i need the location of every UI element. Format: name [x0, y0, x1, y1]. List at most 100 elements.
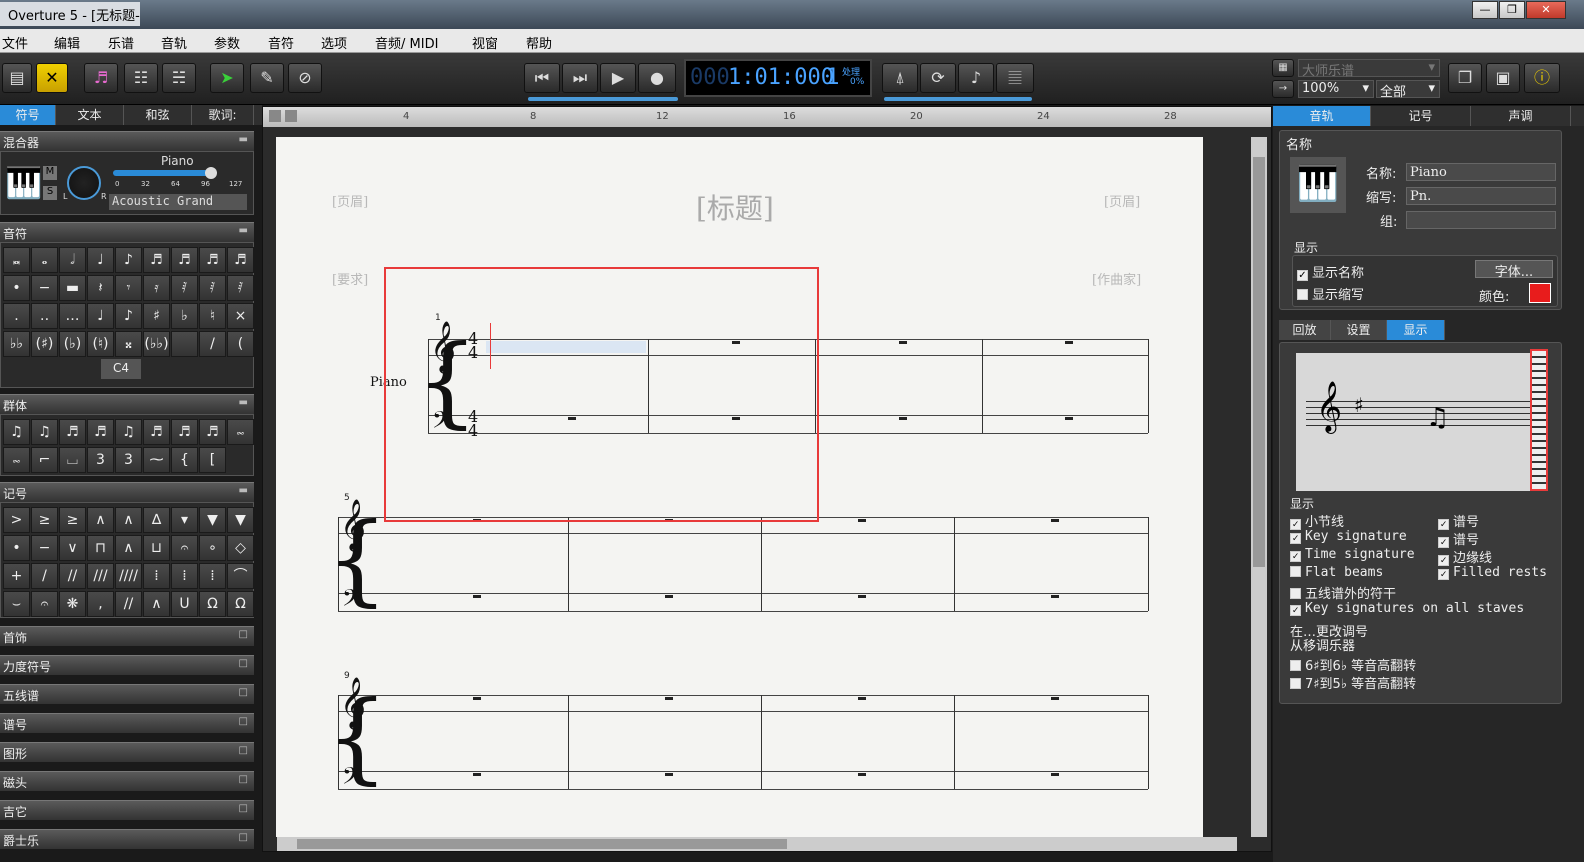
palette-symbol-icon[interactable]: ⁞ — [171, 563, 198, 589]
time-sig-checkbox[interactable]: ✓ Time signature — [1290, 547, 1415, 562]
layout-icon[interactable]: ▦ — [1272, 59, 1294, 77]
name-field[interactable]: Piano — [1406, 163, 1556, 181]
clipboard-icon[interactable]: ▣ — [1486, 63, 1520, 93]
enharmonic-6-checkbox[interactable]: 6♯到6♭ 等音高翻转 — [1290, 655, 1416, 674]
arrow-icon[interactable]: → — [1272, 80, 1294, 98]
tools-icon[interactable]: ✕ — [36, 63, 68, 93]
panel-guitar[interactable]: 吉它 □ — [0, 800, 254, 820]
restore-button[interactable]: ❐ — [1499, 1, 1525, 19]
palette-symbol-icon[interactable]: /// — [87, 563, 114, 589]
zoom-in-icon[interactable] — [285, 110, 297, 122]
palette-symbol-icon[interactable] — [171, 331, 198, 357]
pointer-icon[interactable]: ➤ — [210, 63, 244, 93]
palette-symbol-icon[interactable]: 𝅀 — [227, 275, 254, 301]
palette-symbol-icon[interactable]: { — [171, 447, 198, 473]
palette-symbol-icon[interactable]: 𝆗 — [3, 447, 30, 473]
minimize-button[interactable]: — — [1472, 1, 1498, 19]
menu-score[interactable]: 乐谱 — [108, 33, 134, 52]
palette-symbol-icon[interactable]: − — [31, 535, 58, 561]
score-view-icon[interactable]: ▤ — [2, 63, 32, 93]
rewind-icon[interactable]: ⏮ — [524, 63, 560, 93]
palette-symbol-icon[interactable]: / — [31, 563, 58, 589]
request-field[interactable]: [要求] — [332, 269, 368, 288]
palette-symbol-icon[interactable]: ⊓ — [87, 535, 114, 561]
expand-icon[interactable]: □ — [239, 774, 248, 785]
palette-symbol-icon[interactable]: ‥ — [31, 303, 58, 329]
step-entry-icon[interactable]: ♪ — [958, 63, 994, 93]
palette-symbol-icon[interactable]: 𝄪 — [115, 331, 142, 357]
volume-fader[interactable] — [113, 170, 213, 176]
palette-symbol-icon[interactable]: 𝆗 — [227, 419, 254, 445]
menu-help[interactable]: 帮助 — [526, 33, 552, 52]
show-abbr-checkbox[interactable]: 显示缩写 — [1297, 284, 1364, 303]
play-icon[interactable]: ▶ — [600, 63, 636, 93]
palette-symbol-icon[interactable]: ♩ — [87, 303, 114, 329]
palette-symbol-icon[interactable]: (♭) — [59, 331, 86, 357]
palette-symbol-icon[interactable]: 𝅀 — [199, 275, 226, 301]
color-swatch[interactable] — [1529, 283, 1551, 303]
palette-symbol-icon[interactable]: ∨ — [59, 535, 86, 561]
palette-symbol-icon[interactable]: (♭♭) — [143, 331, 170, 357]
palette-symbol-icon[interactable]: ∧ — [115, 507, 142, 533]
palette-symbol-icon[interactable]: ♩ — [87, 247, 114, 273]
palette-symbol-icon[interactable]: 𝄐 — [31, 591, 58, 617]
palette-symbol-icon[interactable]: (♯) — [31, 331, 58, 357]
palette-symbol-icon[interactable]: − — [31, 275, 58, 301]
scroll-thumb[interactable] — [1253, 157, 1265, 567]
palette-symbol-icon[interactable]: 𝅝 — [31, 247, 58, 273]
collapse-icon[interactable]: ▬ — [239, 485, 248, 496]
palette-symbol-icon[interactable]: ❋ — [59, 591, 86, 617]
clef-checkbox[interactable]: ✓ 谱号 — [1438, 511, 1479, 530]
instrument-select[interactable]: Acoustic Grand — [109, 194, 247, 210]
expand-icon[interactable]: □ — [239, 832, 248, 843]
panel-graphics[interactable]: 图形 □ — [0, 742, 254, 762]
pen-icon[interactable]: ✎ — [250, 63, 284, 93]
palette-symbol-icon[interactable]: 3 — [87, 447, 114, 473]
marks-header[interactable]: 记号 ▬ — [0, 482, 254, 502]
palette-symbol-icon[interactable]: ♬ — [59, 419, 86, 445]
expand-icon[interactable]: □ — [239, 658, 248, 669]
panel-noteheads[interactable]: 磁头 □ — [0, 771, 254, 791]
palette-symbol-icon[interactable]: , — [87, 591, 114, 617]
start-icon[interactable]: ⏭ — [562, 63, 598, 93]
panel-clefs[interactable]: 谱号 □ — [0, 713, 254, 733]
palette-symbol-icon[interactable]: 𝄾 — [115, 275, 142, 301]
horizontal-scrollbar[interactable] — [277, 837, 1237, 851]
palette-symbol-icon[interactable]: ♪ — [115, 247, 142, 273]
menu-edit[interactable]: 编辑 — [54, 33, 80, 52]
palette-symbol-icon[interactable]: ♫ — [31, 419, 58, 445]
tab-symbols[interactable]: 符号 — [0, 105, 56, 125]
palette-symbol-icon[interactable]: ▼ — [227, 507, 254, 533]
palette-symbol-icon[interactable]: ♫ — [115, 419, 142, 445]
panel-staff[interactable]: 五线谱 □ — [0, 684, 254, 704]
palette-symbol-icon[interactable]: ⌐ — [31, 447, 58, 473]
flat-beams-checkbox[interactable]: Flat beams — [1290, 565, 1383, 580]
info-icon[interactable]: ⓘ — [1524, 63, 1560, 93]
palette-symbol-icon[interactable]: // — [59, 563, 86, 589]
palette-symbol-icon[interactable]: ⌣ — [3, 591, 30, 617]
palette-symbol-icon[interactable]: ∧ — [115, 535, 142, 561]
pitch-field[interactable]: C4 — [101, 359, 141, 379]
stems-checkbox[interactable]: 五线谱外的符干 — [1290, 583, 1396, 602]
palette-symbol-icon[interactable]: //// — [115, 563, 142, 589]
copy-icon[interactable]: ❐ — [1448, 63, 1482, 93]
palette-symbol-icon[interactable]: ♬ — [199, 419, 226, 445]
palette-symbol-icon[interactable]: ⁞ — [199, 563, 226, 589]
filled-rests-checkbox[interactable]: ✓ Filled rests — [1438, 565, 1547, 580]
palette-symbol-icon[interactable]: ♮ — [199, 303, 226, 329]
palette-symbol-icon[interactable]: U — [171, 591, 198, 617]
palette-symbol-icon[interactable]: Ω — [199, 591, 226, 617]
tempo-slider[interactable] — [528, 97, 678, 101]
view-select[interactable]: 全部 ▾ — [1376, 80, 1440, 100]
menu-view[interactable]: 视窗 — [472, 33, 498, 52]
palette-symbol-icon[interactable]: 𝅗𝅥 — [59, 247, 86, 273]
header-left[interactable]: [页眉] — [332, 191, 368, 210]
palette-symbol-icon[interactable]: 𝄐 — [171, 535, 198, 561]
tab-display[interactable]: 显示 — [1387, 320, 1445, 340]
palette-symbol-icon[interactable]: ∧ — [143, 591, 170, 617]
palette-symbol-icon[interactable]: ▾ — [171, 507, 198, 533]
menu-audio-midi[interactable]: 音频/ MIDI — [375, 33, 438, 52]
palette-symbol-icon[interactable]: ∧ — [87, 507, 114, 533]
style-select[interactable]: 大师乐谱 ▾ — [1298, 59, 1440, 79]
palette-symbol-icon[interactable]: 𝄽 — [87, 275, 114, 301]
